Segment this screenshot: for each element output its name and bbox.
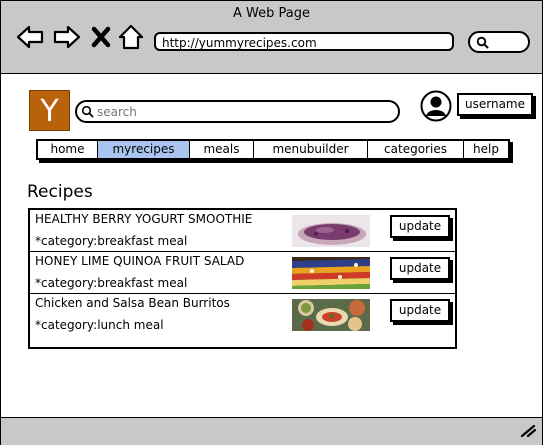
browser-titlebar: A Web Page http://yummyrecipes.com <box>1 1 542 74</box>
recipe-category: *category:breakfast meal <box>35 276 188 290</box>
main-navigation: home myrecipes meals menubuilder categor… <box>36 139 510 160</box>
recipe-thumbnail-burritos <box>292 299 370 331</box>
browser-search-field[interactable] <box>468 31 530 53</box>
username-button[interactable]: username <box>457 93 533 116</box>
recipe-row: Chicken and Salsa Bean Burritos *categor… <box>30 294 455 336</box>
recipe-category: *category:lunch meal <box>35 318 164 332</box>
recipe-thumbnail-smoothie <box>292 215 370 247</box>
site-search[interactable] <box>75 100 400 123</box>
search-input[interactable] <box>97 103 387 121</box>
resize-handle-icon[interactable] <box>520 422 537 441</box>
browser-window: A Web Page http://yummyrecipes.com Y use… <box>0 0 543 445</box>
tab-meals[interactable]: meals <box>190 141 254 158</box>
address-bar[interactable]: http://yummyrecipes.com <box>154 32 454 51</box>
recipe-list: HEALTHY BERRY YOGURT SMOOTHIE *category:… <box>28 208 457 349</box>
recipe-row: HEALTHY BERRY YOGURT SMOOTHIE *category:… <box>30 210 455 252</box>
forward-arrow-icon[interactable] <box>53 23 81 51</box>
tab-help[interactable]: help <box>464 141 508 158</box>
recipe-thumbnail-fruit-salad <box>292 257 370 289</box>
stop-icon[interactable] <box>91 23 111 51</box>
recipe-name[interactable]: Chicken and Salsa Bean Burritos <box>35 296 230 310</box>
site-logo[interactable]: Y <box>29 90 70 131</box>
search-icon <box>476 36 489 49</box>
user-avatar-icon[interactable] <box>420 90 452 122</box>
update-button[interactable]: update <box>390 257 450 280</box>
recipe-name[interactable]: HONEY LIME QUINOA FRUIT SALAD <box>35 254 244 268</box>
tab-myrecipes[interactable]: myrecipes <box>98 141 190 158</box>
recipe-row: HONEY LIME QUINOA FRUIT SALAD *category:… <box>30 252 455 294</box>
recipe-category: *category:breakfast meal <box>35 234 188 248</box>
search-icon <box>81 105 94 118</box>
tab-categories[interactable]: categories <box>368 141 464 158</box>
home-icon[interactable] <box>118 23 144 51</box>
tab-menubuilder[interactable]: menubuilder <box>254 141 368 158</box>
update-button[interactable]: update <box>390 299 450 322</box>
tab-home[interactable]: home <box>38 141 98 158</box>
browser-status-bar <box>1 417 542 445</box>
window-title: A Web Page <box>233 6 310 21</box>
recipe-name[interactable]: HEALTHY BERRY YOGURT SMOOTHIE <box>35 212 252 226</box>
section-title: Recipes <box>27 182 93 202</box>
back-arrow-icon[interactable] <box>16 23 44 51</box>
update-button[interactable]: update <box>390 215 450 238</box>
